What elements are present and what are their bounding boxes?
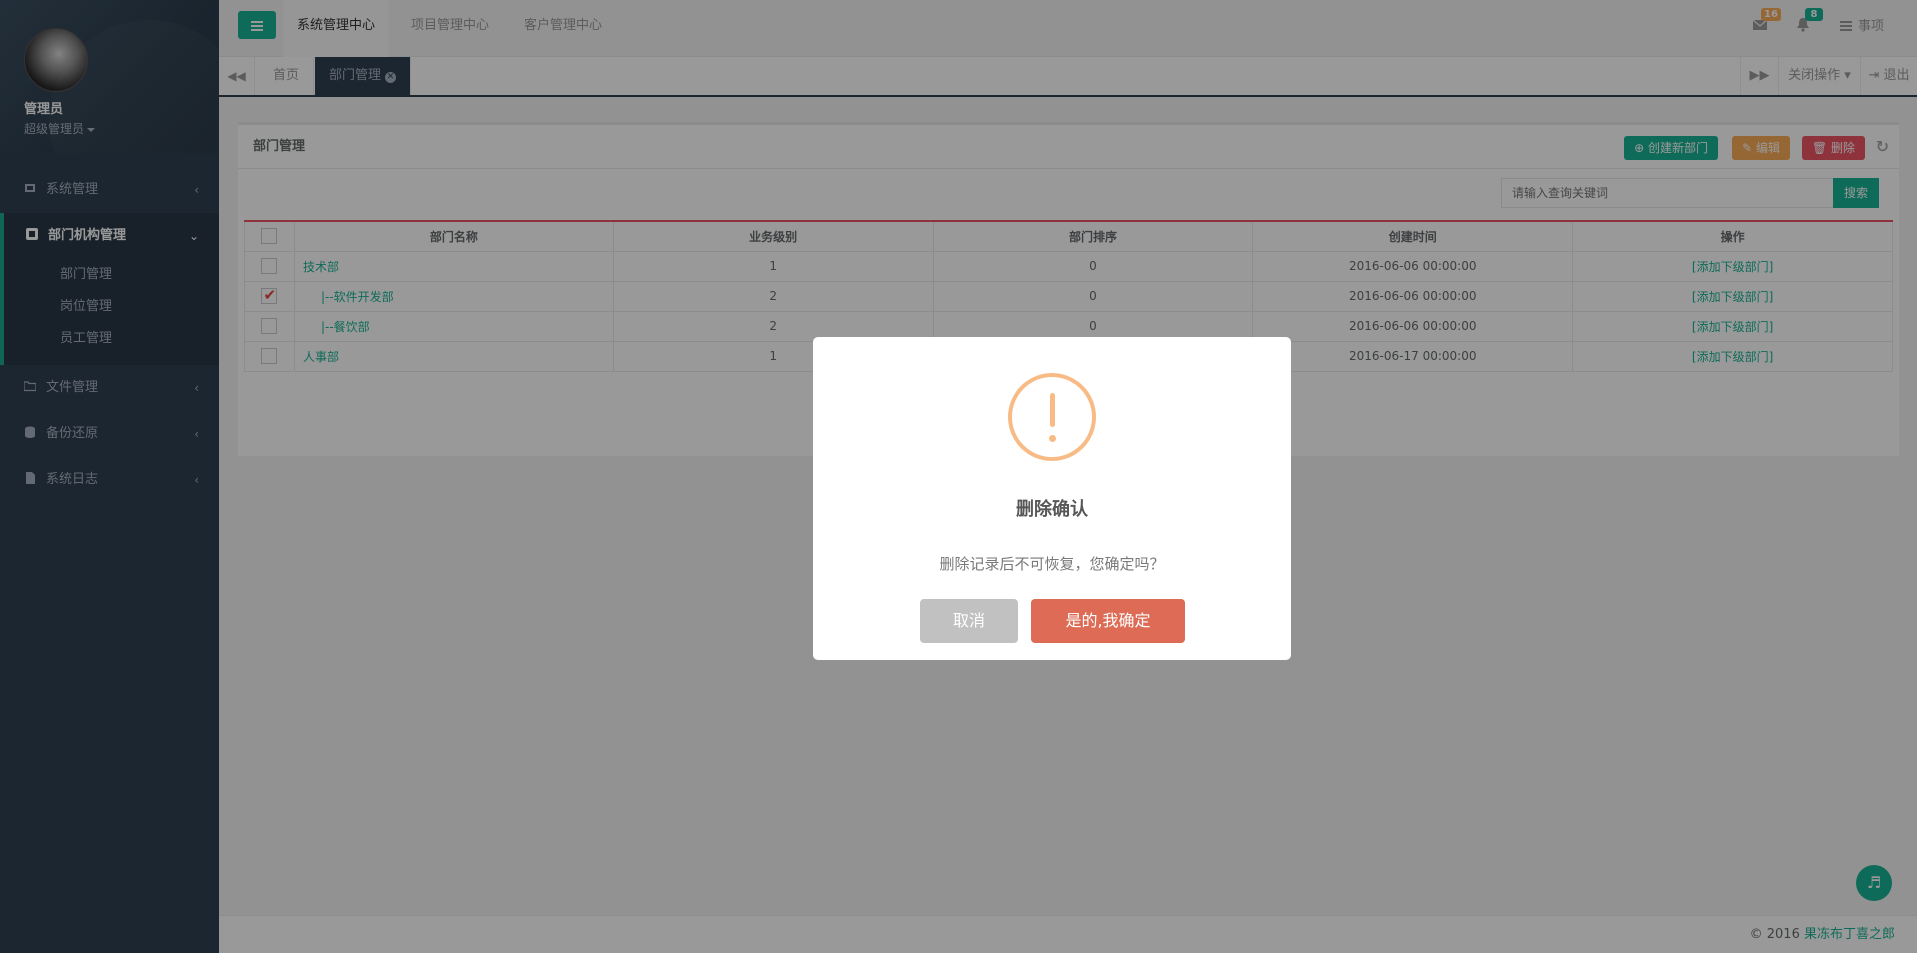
warning-icon-dot [1049, 435, 1056, 442]
cancel-button[interactable]: 取消 [920, 599, 1018, 643]
delete-confirm-dialog: 删除确认 删除记录后不可恢复，您确定吗？ 取消 是的,我确定 [813, 337, 1291, 660]
warning-icon-bar [1050, 393, 1055, 427]
warning-icon [1008, 373, 1096, 461]
confirm-delete-button[interactable]: 是的,我确定 [1031, 599, 1185, 643]
dialog-message: 删除记录后不可恢复，您确定吗？ [939, 555, 1165, 573]
dialog-title: 删除确认 [1016, 499, 1088, 520]
